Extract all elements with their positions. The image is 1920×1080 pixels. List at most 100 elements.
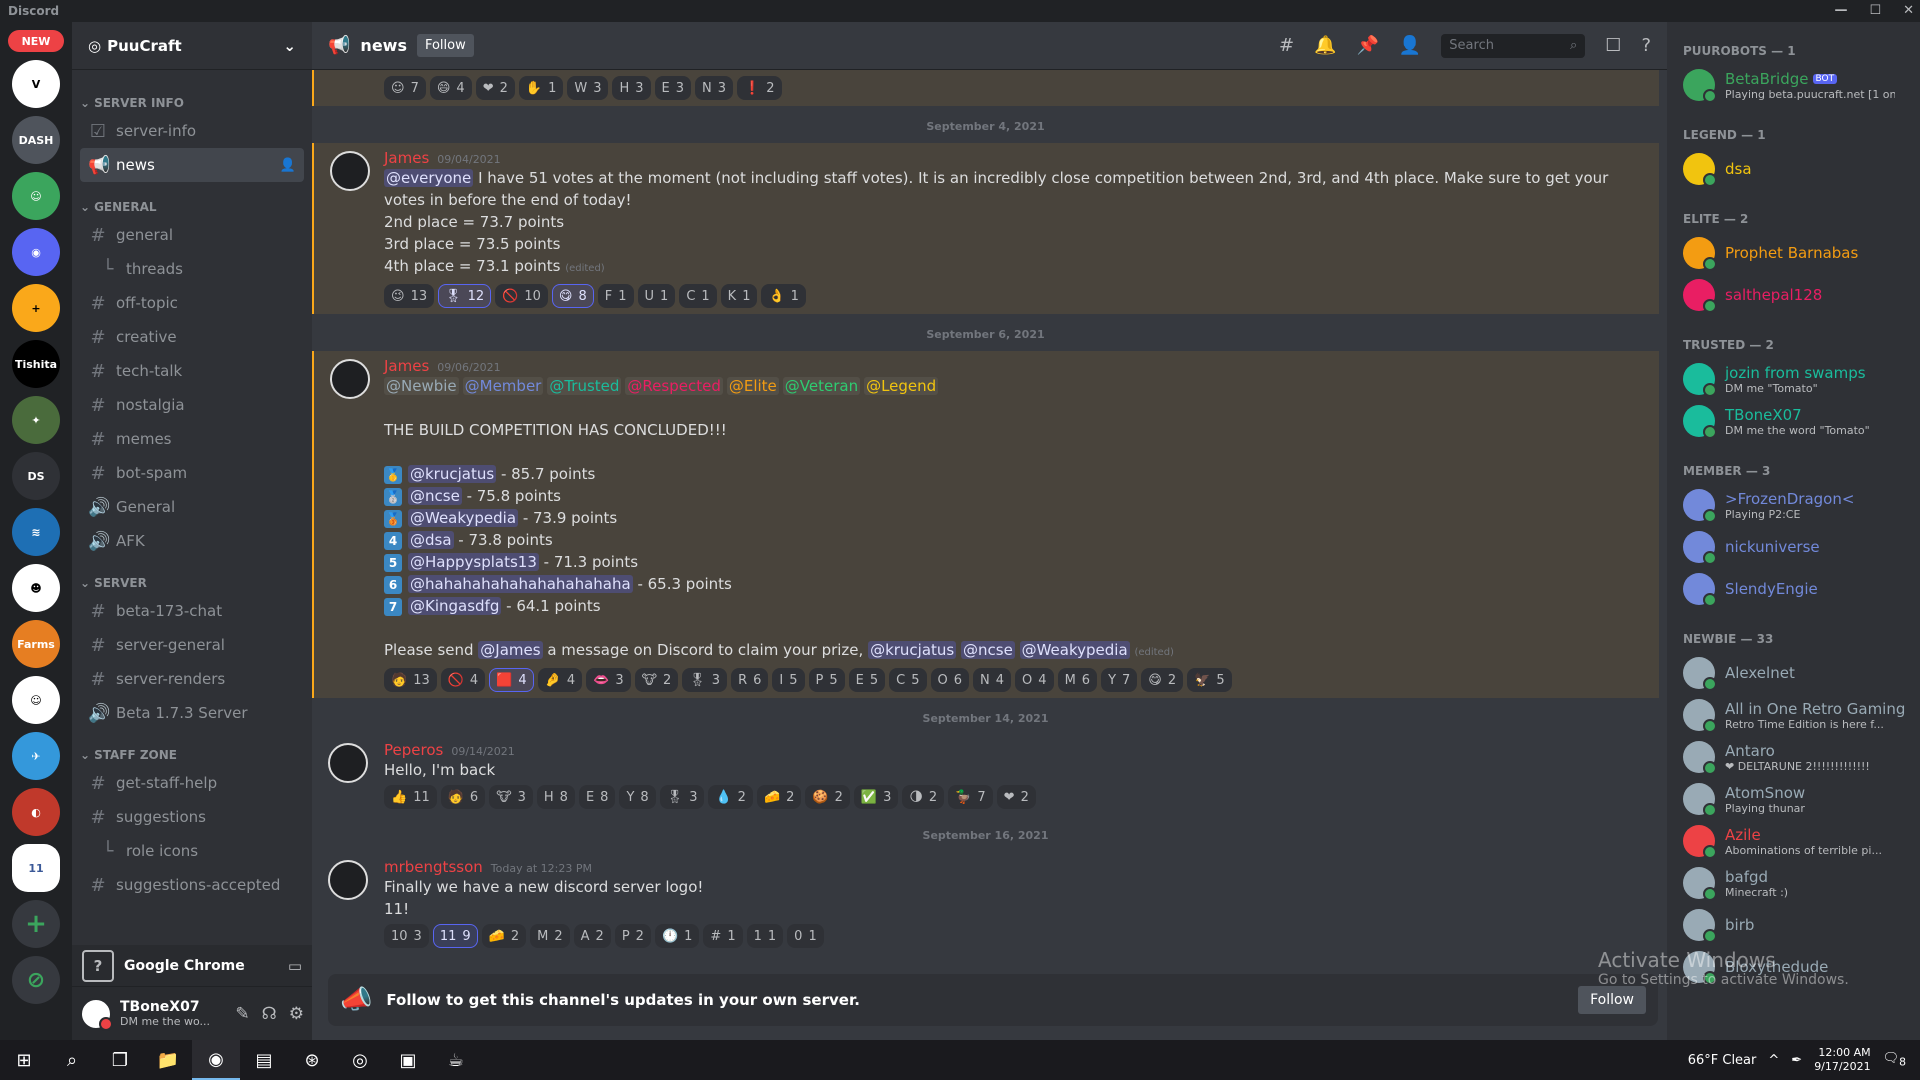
server-icon[interactable]: + (12, 284, 60, 332)
user-mention[interactable]: @krucjatus (408, 465, 497, 483)
reaction[interactable]: 🧑 6 (440, 785, 486, 809)
reaction[interactable]: F1 (597, 284, 634, 308)
channel-item[interactable]: # general (80, 218, 304, 252)
reaction[interactable]: ❤ 2 (996, 785, 1036, 809)
user-mention[interactable]: @ncse (961, 641, 1015, 659)
reaction[interactable]: 🎖 12 (438, 284, 492, 308)
reaction[interactable]: 01 (787, 924, 824, 948)
author-name[interactable]: James (384, 149, 429, 167)
channel-item[interactable]: └ role icons (80, 834, 304, 868)
category-header[interactable]: ⌄ GENERAL (80, 182, 304, 218)
reaction[interactable]: 🎖 3 (682, 668, 728, 692)
reaction[interactable]: I5 (772, 668, 805, 692)
reaction[interactable]: #1 (703, 924, 743, 948)
member-item[interactable]: nickuniverse (1683, 526, 1912, 568)
channel-item[interactable]: # nostalgia (80, 388, 304, 422)
channel-item[interactable]: # off-topic (80, 286, 304, 320)
settings-gear-icon[interactable]: ⚙ (289, 1004, 304, 1024)
reaction[interactable]: 😉 13 (384, 284, 435, 308)
member-item[interactable]: Antaro ❤ DELTARUNE 2!!!!!!!!!!!!! (1683, 736, 1912, 778)
channel-item[interactable]: └ threads (80, 252, 304, 286)
member-item[interactable]: dsa (1683, 148, 1912, 190)
reaction[interactable]: H3 (612, 76, 651, 100)
reaction[interactable]: U1 (637, 284, 676, 308)
reaction[interactable]: 🤌 4 (537, 668, 583, 692)
taskbar-app-icon[interactable]: ◎ (336, 1040, 384, 1080)
user-mention[interactable]: @James (478, 641, 543, 659)
user-mention[interactable]: @ncse (408, 487, 462, 505)
taskbar-app-icon[interactable]: 📁 (144, 1040, 192, 1080)
member-item[interactable]: BetaBridge BOT Playing beta.puucraft.net [… (1683, 64, 1912, 106)
taskbar-app-icon[interactable]: ⊛ (288, 1040, 336, 1080)
channel-item[interactable]: 🔊 General (80, 490, 304, 524)
role-mention[interactable]: @Legend (864, 377, 939, 395)
minimize-button[interactable]: — (1834, 0, 1847, 22)
reaction[interactable]: W3 (567, 76, 609, 100)
avatar[interactable] (328, 860, 368, 900)
server-header[interactable]: ◎ PuuCraft ⌄ (72, 22, 312, 70)
author-name[interactable]: mrbengtsson (384, 858, 483, 876)
author-name[interactable]: James (384, 357, 429, 375)
member-item[interactable]: SlendyEngie (1683, 568, 1912, 610)
follow-button[interactable]: Follow (1578, 986, 1646, 1014)
taskbar-app-icon[interactable]: ❐ (96, 1040, 144, 1080)
taskbar-app-icon[interactable]: ☕ (432, 1040, 480, 1080)
reaction[interactable]: N3 (695, 76, 734, 100)
reaction[interactable]: 🌗 2 (902, 785, 945, 809)
taskbar-app-icon[interactable]: ⌕ (48, 1040, 96, 1080)
channel-item[interactable]: # tech-talk (80, 354, 304, 388)
reaction[interactable]: 10 3 (384, 924, 429, 948)
reaction[interactable]: A2 (573, 924, 611, 948)
member-item[interactable]: bafgd Minecraft :) (1683, 862, 1912, 904)
channel-item[interactable]: # server-general (80, 628, 304, 662)
reaction[interactable]: O6 (930, 668, 970, 692)
explore-servers-icon[interactable]: ⊘ (12, 956, 60, 1004)
reaction[interactable]: E8 (578, 785, 616, 809)
channel-item[interactable]: ☑ server-info (80, 114, 304, 148)
member-item[interactable]: jozin from swamps DM me "Tomato" (1683, 358, 1912, 400)
reaction[interactable]: ❤ 2 (475, 76, 515, 100)
reaction[interactable]: 11 9 (432, 924, 478, 948)
follow-header-button[interactable]: Follow (416, 34, 474, 57)
clock[interactable]: 12:00 AM 9/17/2021 (1814, 1046, 1870, 1074)
reaction[interactable]: ✅ 3 (853, 785, 899, 809)
user-mention[interactable]: @Kingasdfg (408, 597, 502, 615)
server-icon[interactable]: DASH (12, 116, 60, 164)
reaction[interactable]: ✋ 1 (518, 76, 564, 100)
reaction[interactable]: K1 (720, 284, 758, 308)
pen-icon[interactable]: ✒ (1791, 1053, 1802, 1068)
notification-icon[interactable]: 🗨8 (1883, 1051, 1906, 1069)
avatar[interactable] (330, 151, 370, 191)
reaction[interactable]: M6 (1057, 668, 1098, 692)
reaction[interactable]: H8 (536, 785, 575, 809)
weather-widget[interactable]: 66°F Clear (1688, 1053, 1757, 1068)
taskbar-app-icon[interactable]: ◉ (192, 1040, 240, 1080)
user-mention[interactable]: @dsa (408, 531, 454, 549)
reaction[interactable]: 😄 4 (429, 76, 472, 100)
server-icon[interactable]: ☺ (12, 172, 60, 220)
channel-item[interactable]: # suggestions (80, 800, 304, 834)
server-icon[interactable]: ☺ (12, 676, 60, 724)
user-mention[interactable]: @krucjatus (868, 641, 957, 659)
user-mention[interactable]: @Weakypedia (1019, 641, 1130, 659)
members-icon[interactable]: 👤 (1399, 35, 1421, 56)
reaction[interactable]: Y8 (619, 785, 656, 809)
member-item[interactable]: Azile Abominations of terrible pi... (1683, 820, 1912, 862)
reaction[interactable]: R6 (731, 668, 769, 692)
reaction[interactable]: Y7 (1101, 668, 1138, 692)
reaction[interactable]: N4 (973, 668, 1012, 692)
reaction[interactable]: 😋 2 (1141, 668, 1184, 692)
reaction[interactable]: 🎖 3 (659, 785, 705, 809)
reaction[interactable]: E5 (848, 668, 886, 692)
reaction[interactable]: 11 (746, 924, 784, 948)
author-name[interactable]: Peperos (384, 741, 443, 759)
reaction[interactable]: 🦆 7 (948, 785, 993, 809)
invite-icon[interactable]: 👤 (280, 158, 296, 173)
close-button[interactable]: ✕ (1903, 0, 1914, 22)
add-server-button[interactable]: + (12, 900, 60, 948)
member-item[interactable]: Alexelnet (1683, 652, 1912, 694)
everyone-mention[interactable]: @everyone (384, 169, 474, 187)
channel-item[interactable]: 🔊 AFK (80, 524, 304, 558)
maximize-button[interactable]: ☐ (1869, 0, 1881, 22)
server-icon[interactable]: V (12, 60, 60, 108)
